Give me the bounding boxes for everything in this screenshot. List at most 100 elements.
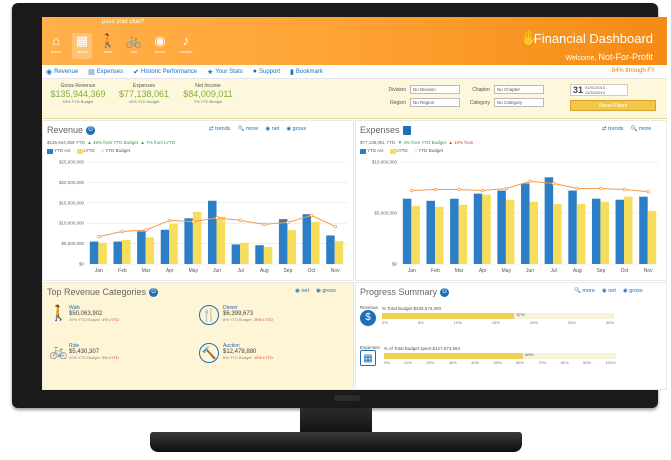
budget-point[interactable] bbox=[457, 187, 461, 192]
categories-net-link[interactable]: ◉ net bbox=[295, 288, 309, 294]
bar-lytd[interactable] bbox=[240, 242, 249, 264]
bar-ytd-act[interactable] bbox=[497, 190, 506, 264]
revenue-more-link[interactable]: 🔍 more bbox=[237, 126, 258, 132]
bar-ytd-act[interactable] bbox=[544, 177, 554, 264]
progress-net-link[interactable]: ◉ net bbox=[602, 288, 616, 294]
nav-walk[interactable]: 🚶 walk bbox=[98, 33, 118, 59]
budget-point[interactable] bbox=[167, 218, 172, 223]
info-icon[interactable]: G bbox=[149, 287, 159, 297]
bar-ytd-act[interactable] bbox=[591, 198, 601, 264]
bar-ytd-act[interactable] bbox=[184, 218, 193, 264]
menu-item-expenses[interactable]: ▤ Expenses bbox=[88, 68, 123, 76]
bar-ytd-act[interactable] bbox=[208, 200, 217, 264]
category-ride[interactable]: 🚲 Ride $5,430,307 40% YTD Budget 9% LYTD bbox=[49, 343, 119, 361]
budget-point[interactable] bbox=[238, 218, 243, 223]
bar-lytd[interactable] bbox=[576, 203, 586, 264]
budget-point[interactable] bbox=[480, 188, 485, 193]
bar-ytd-act[interactable] bbox=[568, 190, 577, 264]
bar-lytd[interactable] bbox=[192, 211, 202, 264]
budget-point[interactable] bbox=[215, 216, 219, 220]
chapter-select[interactable]: No Chapter bbox=[494, 85, 544, 94]
date-range-picker[interactable]: 31 01/01/2013 - 11/30/2013 bbox=[570, 84, 628, 96]
bar-lytd[interactable] bbox=[553, 203, 562, 264]
revenue-trends-link[interactable]: ⇄ trends bbox=[209, 126, 230, 132]
budget-point[interactable] bbox=[504, 186, 509, 191]
bar-ytd-act[interactable] bbox=[326, 235, 335, 264]
nav-auction[interactable]: ♪ auction bbox=[176, 33, 196, 59]
info-icon[interactable]: G bbox=[440, 287, 450, 297]
bar-ytd-act[interactable] bbox=[426, 200, 435, 264]
budget-point[interactable] bbox=[410, 188, 414, 193]
bar-lytd[interactable] bbox=[169, 224, 178, 264]
budget-point[interactable] bbox=[144, 228, 148, 232]
budget-point[interactable] bbox=[622, 187, 627, 192]
budget-point[interactable] bbox=[262, 222, 267, 227]
region-select[interactable]: No Region bbox=[410, 98, 460, 107]
nav-report[interactable]: ▦ report bbox=[72, 33, 92, 59]
menu-item-revenue[interactable]: ◉ Revenue bbox=[46, 68, 78, 76]
bar-ytd-act[interactable] bbox=[160, 229, 170, 264]
nav-home[interactable]: ⌂ home bbox=[46, 33, 66, 59]
category-dinner[interactable]: 🍴 Dinner $6,399,673 8% YTD Budget 20% LYTD bbox=[199, 305, 273, 325]
revenue-net-link[interactable]: ◉ net bbox=[265, 126, 279, 132]
bar-ytd-act[interactable] bbox=[231, 244, 241, 264]
bar-ytd-act[interactable] bbox=[89, 241, 99, 264]
nav-dinner[interactable]: ◉ dinner bbox=[150, 33, 170, 59]
bar-lytd[interactable] bbox=[311, 221, 320, 264]
bar-ytd-act[interactable] bbox=[137, 231, 146, 264]
bar-ytd-act[interactable] bbox=[113, 241, 122, 264]
bar-lytd[interactable] bbox=[482, 194, 491, 264]
bar-ytd-act[interactable] bbox=[450, 198, 459, 264]
budget-point[interactable] bbox=[309, 213, 314, 218]
bar-lytd[interactable] bbox=[121, 239, 131, 264]
bar-lytd[interactable] bbox=[600, 201, 609, 264]
budget-point[interactable] bbox=[599, 186, 603, 191]
bar-lytd[interactable] bbox=[263, 246, 273, 264]
budget-point[interactable] bbox=[120, 229, 125, 234]
bar-ytd-act[interactable] bbox=[473, 193, 483, 264]
bar-lytd[interactable] bbox=[411, 205, 420, 264]
menu-item-support[interactable]: ● Support bbox=[253, 68, 280, 75]
reset-filters-button[interactable]: Reset Filters bbox=[570, 100, 656, 111]
bar-lytd[interactable] bbox=[529, 201, 539, 264]
bar-lytd[interactable] bbox=[458, 204, 468, 264]
bar-ytd-act[interactable] bbox=[402, 198, 412, 264]
bar-lytd[interactable] bbox=[505, 199, 515, 264]
menu-item-historic-performance[interactable]: ✔ Historic Performance bbox=[133, 68, 197, 76]
budget-point[interactable] bbox=[551, 181, 556, 186]
budget-point[interactable] bbox=[97, 234, 101, 239]
expenses-trends-link[interactable]: ⇄ trends bbox=[602, 126, 623, 132]
bar-lytd[interactable] bbox=[334, 241, 344, 264]
info-icon[interactable]: G bbox=[86, 125, 96, 135]
bar-ytd-act[interactable] bbox=[302, 214, 312, 264]
budget-point[interactable] bbox=[286, 220, 290, 225]
bar-lytd[interactable] bbox=[624, 196, 633, 264]
bar-ytd-act[interactable] bbox=[255, 245, 264, 264]
category-walk[interactable]: 🚶 Walk $50,063,902 49% YTD Budget 4% LYTD bbox=[49, 305, 119, 323]
budget-point[interactable] bbox=[433, 187, 438, 192]
bar-ytd-act[interactable] bbox=[278, 219, 288, 264]
budget-point[interactable] bbox=[575, 186, 580, 191]
nav-ride[interactable]: 🚲 ride bbox=[124, 33, 144, 59]
menu-item-your-stats[interactable]: ★ Your Stats bbox=[207, 68, 243, 76]
expenses-more-link[interactable]: 🔍 more bbox=[630, 126, 651, 132]
budget-point[interactable] bbox=[528, 179, 532, 184]
bar-lytd[interactable] bbox=[647, 210, 657, 264]
progress-gross-link[interactable]: ◉ gross bbox=[623, 288, 643, 294]
progress-more-link[interactable]: 🔍 more bbox=[574, 288, 595, 294]
budget-point[interactable] bbox=[646, 189, 650, 194]
bar-lytd[interactable] bbox=[98, 242, 107, 264]
bar-lytd[interactable] bbox=[145, 237, 155, 264]
categories-gross-link[interactable]: ◉ gross bbox=[316, 288, 336, 294]
bar-ytd-act[interactable] bbox=[521, 183, 530, 264]
menu-item-bookmark[interactable]: ▮ Bookmark bbox=[290, 68, 323, 76]
bar-ytd-act[interactable] bbox=[639, 196, 648, 264]
category-select[interactable]: No Category bbox=[494, 98, 544, 107]
bar-lytd[interactable] bbox=[287, 230, 296, 264]
category-auction[interactable]: 🔨 Auction $12,478,880 6% YTD Budget 12% LYT… bbox=[199, 343, 273, 363]
division-select[interactable]: No Division bbox=[410, 85, 460, 94]
budget-point[interactable] bbox=[191, 219, 196, 224]
budget-point[interactable] bbox=[333, 224, 337, 229]
bar-lytd[interactable] bbox=[216, 216, 226, 264]
calculator-icon[interactable] bbox=[402, 125, 411, 135]
